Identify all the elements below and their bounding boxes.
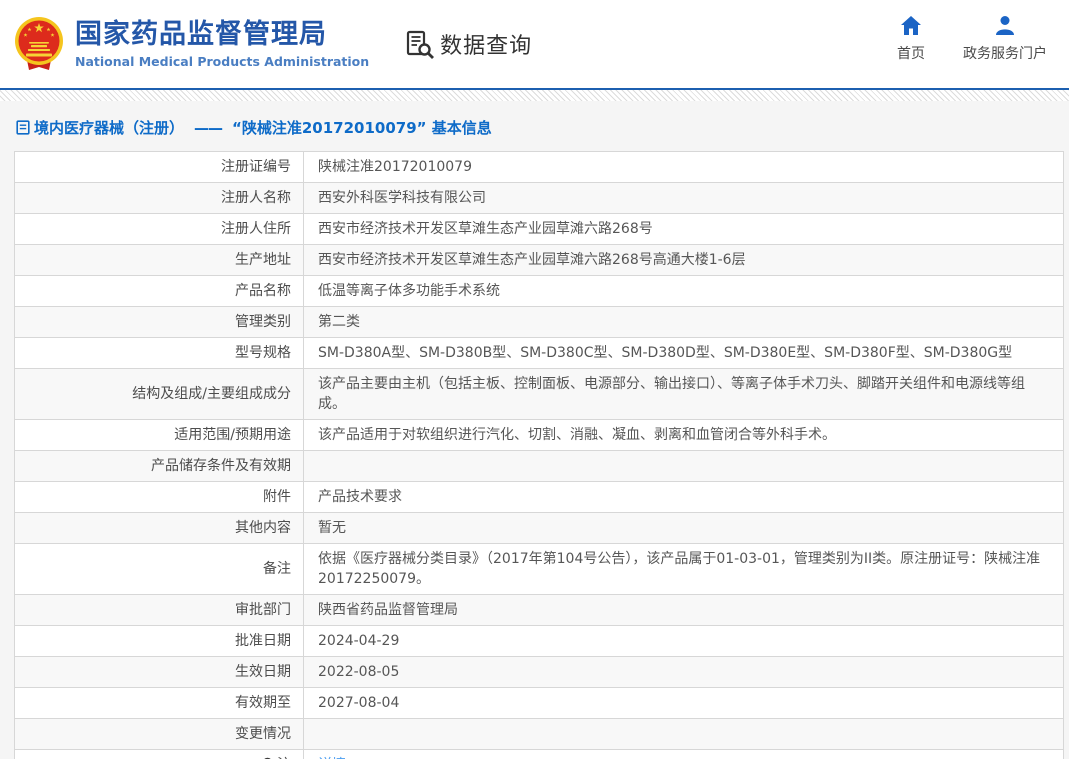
registration-info-table: 注册证编号 陕械注准20172010079 注册人名称 西安外科医学科技有限公司 注册人… [14, 151, 1064, 759]
row-value [303, 718, 1064, 750]
table-row: 注详情 [14, 749, 1064, 759]
row-label: 注册证编号 [14, 151, 304, 183]
table-row: 备注 依据《医疗器械分类目录》（2017年第104号公告），该产品属于01-03-… [14, 543, 1064, 595]
breadcrumb-page-title: “陕械注准20172010079” 基本信息 [232, 119, 492, 137]
row-value: 该产品适用于对软组织进行汽化、切割、消融、凝血、剥离和血管闭合等外科手术。 [303, 419, 1064, 451]
nav-item-label: 首页 [897, 46, 925, 62]
document-list-icon [16, 120, 30, 135]
row-label: 管理类别 [14, 306, 304, 338]
org-name-cn: 国家药品监督管理局 [75, 19, 327, 51]
user-icon [996, 16, 1014, 35]
table-row: 有效期至 2027-08-04 [14, 687, 1064, 719]
table-row: 变更情况 [14, 718, 1064, 750]
table-row: 批准日期 2024-04-29 [14, 625, 1064, 657]
row-label: 注 [14, 749, 304, 759]
row-value: 西安市经济技术开发区草滩生态产业园草滩六路268号高通大楼1-6层 [303, 244, 1064, 276]
table-row: 型号规格 SM-D380A型、SM-D380B型、SM-D380C型、SM-D38… [14, 337, 1064, 369]
row-value: 依据《医疗器械分类目录》（2017年第104号公告），该产品属于01-03-01… [303, 543, 1064, 595]
row-value: 第二类 [303, 306, 1064, 338]
row-label: 其他内容 [14, 512, 304, 544]
row-value: 详情 [303, 749, 1064, 759]
table-row: 审批部门 陕西省药品监督管理局 [14, 594, 1064, 626]
table-row: 适用范围/预期用途 该产品适用于对软组织进行汽化、切割、消融、凝血、剥离和血管闭合… [14, 419, 1064, 451]
row-label: 有效期至 [14, 687, 304, 719]
table-row: 注册人名称 西安外科医学科技有限公司 [14, 182, 1064, 214]
breadcrumb-dash: —— [194, 118, 223, 137]
row-label: 备注 [14, 543, 304, 595]
header-nav: 首页 政务服务门户 [897, 15, 1047, 63]
data-query-nav[interactable]: 数据查询 [405, 28, 532, 60]
data-query-label: 数据查询 [440, 34, 533, 59]
home-icon [901, 16, 921, 35]
table-row: 生效日期 2022-08-05 [14, 656, 1064, 688]
row-value: 2022-08-05 [303, 656, 1064, 688]
document-search-icon [407, 30, 435, 59]
table-row: 注册人住所 西安市经济技术开发区草滩生态产业园草滩六路268号 [14, 213, 1064, 245]
table-row: 产品名称 低温等离子体多功能手术系统 [14, 275, 1064, 307]
row-value: 陕西省药品监督管理局 [303, 594, 1064, 626]
nav-item-gov-portal[interactable]: 政务服务门户 [963, 15, 1047, 63]
org-title-block: 国家药品监督管理局 National Medical Products Admi… [75, 19, 369, 68]
site-header: 国家药品监督管理局 National Medical Products Admi… [0, 0, 1069, 88]
row-label: 审批部门 [14, 594, 304, 626]
row-value: 陕械注准20172010079 [303, 151, 1064, 183]
row-label: 结构及组成/主要组成成分 [14, 368, 304, 420]
row-label: 产品名称 [14, 275, 304, 307]
info-table-body: 注册证编号 陕械注准20172010079 注册人名称 西安外科医学科技有限公司 注册人… [14, 151, 1064, 759]
row-label: 生产地址 [14, 244, 304, 276]
row-value: 暂无 [303, 512, 1064, 544]
hatch-stripe-band [0, 90, 1069, 101]
row-value: 产品技术要求 [303, 481, 1064, 513]
main-content: 境内医疗器械（注册） —— “陕械注准20172010079” 基本信息 注册证… [0, 101, 1069, 759]
row-value: 西安市经济技术开发区草滩生态产业园草滩六路268号 [303, 213, 1064, 245]
row-value: 2027-08-04 [303, 687, 1064, 719]
row-label: 型号规格 [14, 337, 304, 369]
table-row: 其他内容 暂无 [14, 512, 1064, 544]
row-label: 产品储存条件及有效期 [14, 450, 304, 482]
org-name-en: National Medical Products Administration [75, 53, 370, 69]
table-row: 生产地址 西安市经济技术开发区草滩生态产业园草滩六路268号高通大楼1-6层 [14, 244, 1064, 276]
row-label: 适用范围/预期用途 [14, 419, 304, 451]
national-emblem-logo [15, 17, 63, 70]
row-label: 变更情况 [14, 718, 304, 750]
table-row: 产品储存条件及有效期 [14, 450, 1064, 482]
breadcrumb-section[interactable]: 境内医疗器械（注册） [34, 117, 184, 138]
row-label: 注册人名称 [14, 182, 304, 214]
table-row: 附件 产品技术要求 [14, 481, 1064, 513]
row-value: 该产品主要由主机（包括主板、控制面板、电源部分、输出接口）、等离子体手术刀头、脚… [303, 368, 1064, 420]
row-label: 生效日期 [14, 656, 304, 688]
nav-item-home[interactable]: 首页 [897, 15, 925, 63]
breadcrumb: 境内医疗器械（注册） —— “陕械注准20172010079” 基本信息 [0, 101, 1069, 151]
nav-item-label: 政务服务门户 [963, 46, 1047, 62]
row-value: 低温等离子体多功能手术系统 [303, 275, 1064, 307]
registration-info-table-wrap: 注册证编号 陕械注准20172010079 注册人名称 西安外科医学科技有限公司 注册人… [14, 151, 1064, 759]
table-row: 注册证编号 陕械注准20172010079 [14, 151, 1064, 183]
row-value: 2024-04-29 [303, 625, 1064, 657]
row-value [303, 450, 1064, 482]
row-value: 西安外科医学科技有限公司 [303, 182, 1064, 214]
row-value: SM-D380A型、SM-D380B型、SM-D380C型、SM-D380D型、… [303, 337, 1064, 369]
row-label: 批准日期 [14, 625, 304, 657]
table-row: 管理类别 第二类 [14, 306, 1064, 338]
row-label: 注册人住所 [14, 213, 304, 245]
table-row: 结构及组成/主要组成成分 该产品主要由主机（包括主板、控制面板、电源部分、输出接口… [14, 368, 1064, 420]
row-label: 附件 [14, 481, 304, 513]
